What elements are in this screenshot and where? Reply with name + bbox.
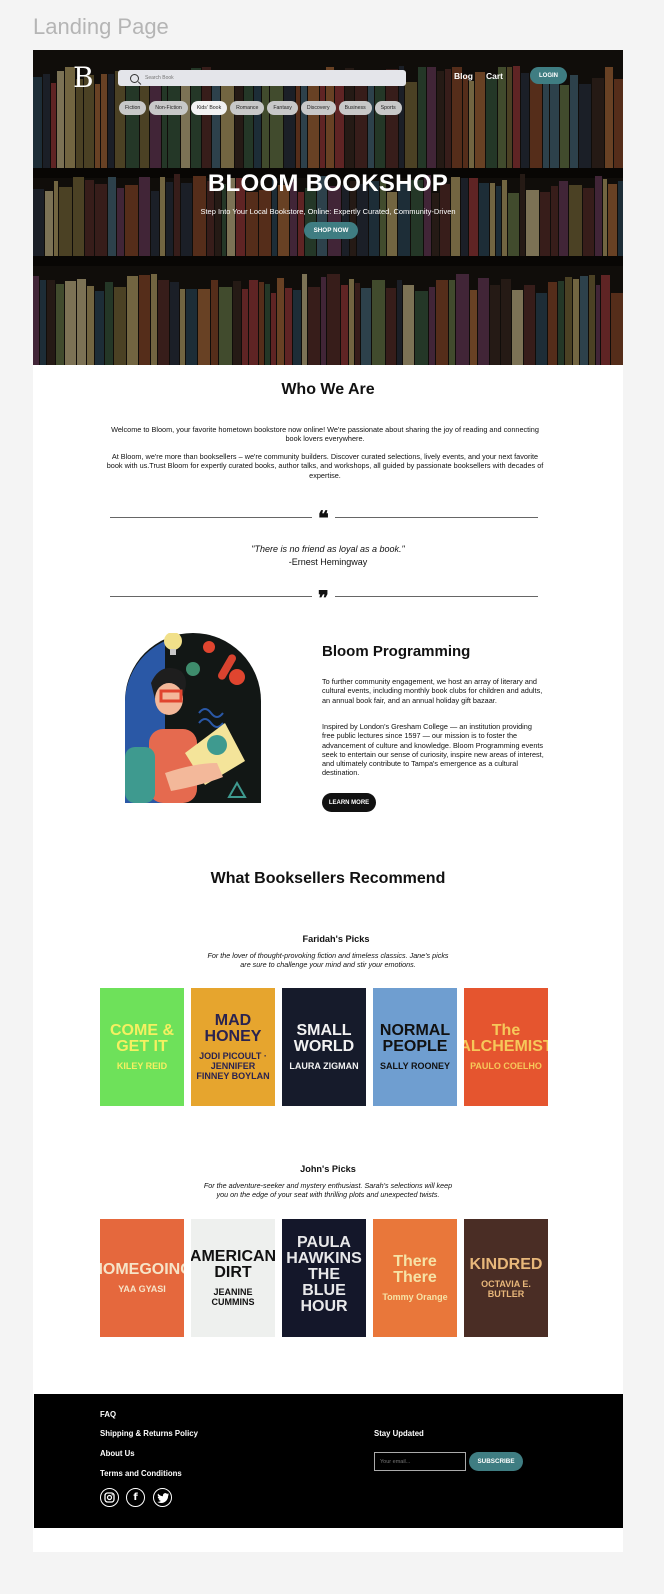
recommend-heading: What Booksellers Recommend	[210, 870, 446, 887]
picks-description: For the adventure-seeker and mystery ent…	[203, 1181, 453, 1190]
divider-line	[110, 596, 312, 597]
book-row: HOMEGOING YAA GYASI AMERICAN DIRT JEANINE C…	[100, 1219, 548, 1337]
category-non-fiction[interactable]: Non-Fiction	[149, 101, 188, 115]
hero-title: BLOOM BOOKSHOP	[207, 170, 449, 197]
book-title: NORMAL PEOPLE	[379, 1022, 451, 1055]
picks-description: you on the edge of your seat with thrill…	[216, 1190, 440, 1199]
category-fiction[interactable]: Fiction	[119, 101, 147, 115]
search-bar[interactable]	[118, 70, 406, 86]
quote-text: "There is no friend as loyal as a book."	[251, 544, 405, 554]
category-romance[interactable]: Romance	[230, 101, 265, 115]
book-title: The ALCHEMIST	[464, 1022, 548, 1055]
divider-line	[335, 517, 538, 518]
book-cover[interactable]: There There Tommy Orange	[373, 1219, 457, 1337]
programming-paragraph-1: To further community engagement, we host…	[322, 677, 543, 705]
quote-author: -Ernest Hemingway	[288, 557, 368, 567]
book-title: MAD HONEY	[204, 1012, 262, 1045]
instagram-icon[interactable]	[100, 1488, 119, 1507]
category-chips: Fiction Non-Fiction Kids' Book Romance F…	[119, 101, 402, 115]
book-title: PAULA HAWKINS THE BLUE HOUR	[286, 1234, 362, 1315]
book-cover[interactable]: NORMAL PEOPLE SALLY ROONEY	[373, 988, 457, 1106]
book-row: COME & GET IT KILEY REID MAD HONEY JODI PIC…	[100, 988, 548, 1106]
category-business[interactable]: Business	[338, 101, 372, 115]
nav-cart[interactable]: Cart	[486, 71, 503, 81]
programming-heading: Bloom Programming	[322, 643, 471, 660]
shop-now-button[interactable]: SHOP NOW	[304, 222, 358, 239]
category-sports[interactable]: Sports	[374, 101, 402, 115]
login-button[interactable]: LOGIN	[530, 67, 567, 84]
book-cover[interactable]: The ALCHEMIST PAULO COELHO	[464, 988, 548, 1106]
book-cover[interactable]: SMALL WORLD LAURA ZIGMAN	[282, 988, 366, 1106]
who-we-are-heading: Who We Are	[281, 381, 375, 398]
programming-paragraph-2: Inspired by London's Gresham College — a…	[322, 722, 544, 778]
book-cover[interactable]: PAULA HAWKINS THE BLUE HOUR	[282, 1219, 366, 1337]
footer-link-about[interactable]: About Us	[100, 1449, 135, 1458]
book-cover[interactable]: COME & GET IT KILEY REID	[100, 988, 184, 1106]
about-paragraph-1: Welcome to Bloom, your favorite hometown…	[111, 425, 539, 444]
newsletter-heading: Stay Updated	[374, 1429, 424, 1438]
facebook-icon[interactable]: f	[126, 1488, 145, 1507]
picks-description: For the lover of thought-provoking ficti…	[207, 951, 449, 960]
book-author: LAURA ZIGMAN	[289, 1061, 359, 1071]
open-quote-icon: ❝	[318, 506, 329, 530]
programming-illustration	[125, 633, 261, 803]
book-title: AMERICAN DIRT	[191, 1248, 275, 1281]
close-quote-icon: ❞	[318, 586, 329, 610]
book-cover[interactable]: HOMEGOING YAA GYASI	[100, 1219, 184, 1337]
book-author: YAA GYASI	[118, 1284, 166, 1294]
book-author: SALLY ROONEY	[379, 1061, 451, 1071]
book-title: There There	[393, 1253, 437, 1286]
nav-blog[interactable]: Blog	[454, 71, 473, 81]
footer-link-terms[interactable]: Terms and Conditions	[100, 1469, 182, 1478]
book-title: KINDRED	[469, 1256, 543, 1273]
search-icon	[130, 73, 139, 83]
subscribe-button[interactable]: SUBSCRIBE	[469, 1452, 523, 1471]
landing-page: B Blog Cart LOGIN Fiction Non-Fiction Ki…	[33, 50, 623, 1552]
book-title: COME & GET IT	[110, 1022, 174, 1055]
category-fantasy[interactable]: Fantasy	[267, 101, 298, 115]
book-author: JODI PICOULT · JENNIFER FINNEY BOYLAN	[196, 1051, 270, 1081]
category-kids-book[interactable]: Kids' Book	[190, 101, 228, 115]
book-author: KILEY REID	[116, 1061, 168, 1071]
twitter-icon[interactable]	[153, 1488, 172, 1507]
email-input[interactable]	[374, 1452, 466, 1471]
book-author: JEANINE CUMMINS	[211, 1287, 255, 1307]
footer-link-shipping[interactable]: Shipping & Returns Policy	[100, 1429, 198, 1438]
book-author: Tommy Orange	[382, 1292, 448, 1302]
picks-heading: Faridah's Picks	[302, 934, 370, 944]
frame-title: Landing Page	[33, 14, 169, 39]
book-author: PAULO COELHO	[470, 1061, 542, 1071]
divider-line	[335, 596, 538, 597]
category-discovery[interactable]: Discovery	[300, 101, 336, 115]
book-cover[interactable]: MAD HONEY JODI PICOULT · JENNIFER FINNEY …	[191, 988, 275, 1106]
divider-line	[110, 517, 312, 518]
book-cover[interactable]: AMERICAN DIRT JEANINE CUMMINS	[191, 1219, 275, 1337]
about-paragraph-2: At Bloom, we're more than booksellers – …	[106, 452, 544, 480]
picks-heading: John's Picks	[300, 1164, 356, 1174]
learn-more-button[interactable]: LEARN MORE	[322, 793, 376, 812]
search-input[interactable]	[143, 74, 347, 82]
hero-subtitle: Step Into Your Local Bookstore, Online: …	[200, 207, 456, 216]
book-title: SMALL WORLD	[293, 1022, 355, 1055]
book-cover[interactable]: KINDRED OCTAVIA E. BUTLER	[464, 1219, 548, 1337]
bloom-logo[interactable]: B	[73, 64, 94, 92]
footer-link-faq[interactable]: FAQ	[100, 1410, 116, 1419]
book-author: OCTAVIA E. BUTLER	[481, 1279, 531, 1299]
picks-description: are sure to challenge your mind and stir…	[240, 960, 416, 969]
book-title: HOMEGOING	[100, 1261, 184, 1278]
hero-section: B Blog Cart LOGIN Fiction Non-Fiction Ki…	[33, 50, 623, 365]
footer: FAQ Shipping & Returns Policy About Us T…	[34, 1394, 623, 1528]
